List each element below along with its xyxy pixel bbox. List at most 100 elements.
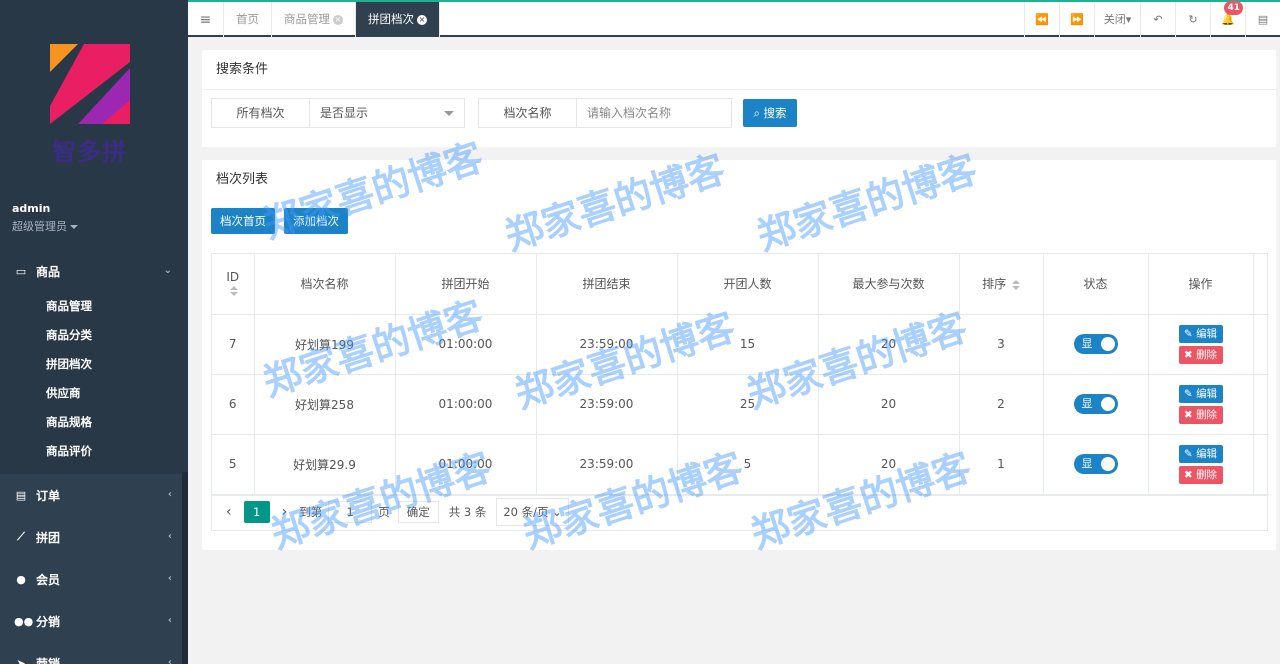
status-toggle[interactable]: 显 (1073, 334, 1118, 354)
column-header-open: 开团人数 (677, 254, 819, 315)
status-label: 显 (1081, 337, 1093, 350)
sidebar-scrollbar[interactable] (182, 472, 188, 664)
cell-name: 好划算199 (254, 314, 396, 375)
users-icon: ●● (14, 614, 34, 628)
status-toggle[interactable]: 显 (1073, 454, 1118, 474)
laptop-icon: ▭ (15, 264, 27, 278)
delete-button[interactable]: ✖ 删除 (1178, 465, 1223, 484)
cell-max: 20 (818, 374, 960, 435)
sidebar-item-supplier[interactable]: 供应商 (0, 379, 188, 408)
close-menu-button[interactable]: 关闭▾ (1094, 2, 1140, 37)
delete-button[interactable]: ✖ 删除 (1178, 405, 1223, 424)
sidebar-item-product-category[interactable]: 商品分类 (0, 321, 188, 350)
tab-group-level[interactable]: 拼团档次 × (356, 2, 440, 37)
nav-head-members[interactable]: ● 会员 ‹ (0, 558, 188, 600)
chevron-left-icon: ‹ (167, 657, 172, 664)
cell-end: 23:59:00 (536, 374, 678, 435)
cell-actions: ✎ 编辑 ✖ 删除 (1148, 374, 1254, 435)
chevron-down-icon: ⌄ (163, 265, 172, 276)
column-header-start: 拼团开始 (395, 254, 537, 315)
table-row: 5 好划算29.9 01:00:00 23:59:00 5 20 1 显 ✎ 编… (212, 434, 1269, 495)
display-select[interactable]: 是否显示 (310, 99, 464, 127)
bell-icon[interactable]: 🔔 41 (1210, 1, 1245, 37)
cell-filler (1253, 314, 1269, 375)
sidebar-item-product-spec[interactable]: 商品规格 (0, 408, 188, 437)
column-header-actions: 操作 (1148, 254, 1254, 315)
delete-label: 删除 (1196, 348, 1218, 361)
level-label: 所有档次 (212, 99, 310, 127)
sidebar: 智多拼 admin 超级管理员 ▭ 商品 ⌄ 商品管理 商品分类 拼团档次 供应… (0, 0, 188, 664)
cell-open: 5 (677, 434, 819, 495)
forward-icon[interactable]: ⏩ (1059, 2, 1094, 37)
nav-head-marketing[interactable]: ➤ 营销 ‹ (0, 642, 188, 664)
cell-status: 显 (1043, 434, 1149, 495)
list-title: 档次列表 (216, 172, 269, 187)
column-header-id[interactable]: ID (212, 254, 255, 315)
goto-page-input[interactable]: 1 (328, 500, 373, 523)
nav-head-group-buy[interactable]: ⟋ 拼团 ‹ (0, 516, 188, 558)
column-label: 排序 (982, 277, 1007, 292)
page-current[interactable]: 1 (243, 500, 270, 523)
settings-icon[interactable]: ▤ (1245, 2, 1280, 37)
search-panel: 搜索条件 所有档次 是否显示 档次名称 请输入档次名称 ⌕ 搜索 (202, 50, 1276, 147)
backward-icon[interactable]: ⏪ (1024, 2, 1059, 37)
edit-button[interactable]: ✎ 编辑 (1178, 384, 1223, 403)
send-icon: ➤ (16, 656, 26, 664)
sort-icon[interactable] (229, 286, 238, 297)
next-page-icon[interactable]: › (282, 504, 288, 520)
cell-id: 7 (212, 314, 255, 375)
close-icon[interactable]: × (333, 14, 343, 25)
goto-confirm-button[interactable]: 确定 (397, 500, 439, 523)
nav-head-products[interactable]: ▭ 商品 ⌄ (0, 250, 188, 292)
tab-product-manage[interactable]: 商品管理 × (272, 2, 356, 37)
sidebar-item-product-review[interactable]: 商品评价 (0, 437, 188, 466)
add-level-button[interactable]: 添加档次 (284, 208, 348, 234)
refresh-icon[interactable]: ↻ (1175, 2, 1210, 37)
page-size-select[interactable]: 20 条/页 ⌄ (496, 497, 569, 526)
level-filter: 所有档次 是否显示 (211, 98, 465, 128)
tab-home[interactable]: 首页 (224, 2, 272, 37)
edit-label: 编辑 (1196, 327, 1218, 340)
cell-max: 20 (818, 314, 960, 375)
column-header-status: 状态 (1043, 254, 1149, 315)
cell-filler (1253, 434, 1269, 495)
toggle-knob (1100, 397, 1115, 411)
cell-open: 15 (677, 314, 819, 375)
cell-name: 好划算29.9 (254, 434, 396, 495)
tab-label: 拼团档次 (368, 12, 414, 26)
column-header-name: 档次名称 (254, 254, 396, 315)
status-toggle[interactable]: 显 (1073, 394, 1118, 414)
nav-label: 营销 (36, 656, 61, 664)
close-icon[interactable]: × (417, 14, 427, 25)
edit-button[interactable]: ✎ 编辑 (1178, 324, 1223, 343)
nav-head-orders[interactable]: ▤ 订单 ‹ (0, 474, 188, 516)
cell-filler (1253, 374, 1269, 435)
sidebar-item-group-level[interactable]: 拼团档次 (0, 350, 188, 379)
user-role-label: 超级管理员 (12, 220, 67, 233)
user-role-dropdown[interactable]: 超级管理员 (12, 218, 78, 234)
name-input[interactable]: 请输入档次名称 (577, 99, 731, 127)
level-home-button[interactable]: 档次首页 (211, 208, 275, 234)
menu-toggle-icon[interactable]: ≡ (188, 2, 224, 37)
cell-actions: ✎ 编辑 ✖ 删除 (1148, 314, 1254, 375)
nav-label: 拼团 (36, 530, 61, 545)
nav-label: 分销 (36, 614, 61, 629)
edit-button[interactable]: ✎ 编辑 (1178, 444, 1223, 463)
undo-icon[interactable]: ↶ (1140, 2, 1175, 37)
cell-status: 显 (1043, 374, 1149, 435)
nav-head-distribution[interactable]: ●● 分销 ‹ (0, 600, 188, 642)
cell-start: 01:00:00 (395, 374, 537, 435)
cell-end: 23:59:00 (536, 434, 678, 495)
prev-page-icon[interactable]: ‹ (226, 504, 232, 520)
cell-max: 20 (818, 434, 960, 495)
nav-label: 订单 (36, 488, 61, 503)
display-select-value: 是否显示 (320, 106, 369, 120)
sort-icon[interactable] (1011, 279, 1020, 290)
cell-end: 23:59:00 (536, 314, 678, 375)
search-button[interactable]: ⌕ 搜索 (743, 99, 797, 127)
page-size-value: 20 条/页 (503, 504, 549, 519)
name-filter: 档次名称 请输入档次名称 (478, 98, 732, 128)
delete-button[interactable]: ✖ 删除 (1178, 345, 1223, 364)
column-header-sort[interactable]: 排序 (959, 254, 1044, 315)
sidebar-item-product-manage[interactable]: 商品管理 (0, 292, 188, 321)
